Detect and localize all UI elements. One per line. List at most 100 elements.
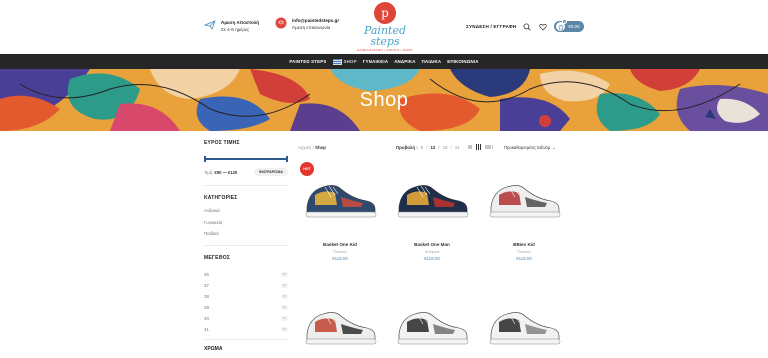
product-card[interactable] — [298, 287, 382, 358]
divider — [204, 244, 288, 246]
size-label: 37 — [204, 282, 209, 288]
login-register-link[interactable]: ΣΥΝΔΕΣΗ / ΕΓΓΡΑΦΗ — [466, 24, 516, 29]
per-page-option[interactable]: 9 — [421, 145, 423, 150]
product-card[interactable] — [390, 287, 474, 358]
product-image[interactable] — [390, 160, 474, 232]
shipping-sub: Σε 4-6 ημέρες — [221, 27, 250, 32]
cart-button[interactable]: 0 €0.00 — [554, 19, 584, 32]
product-title[interactable]: Basket One Kid — [298, 242, 382, 247]
category-item-men[interactable]: Ανδρικά — [204, 208, 288, 220]
product-image[interactable]: HOT — [298, 160, 382, 232]
site-logo[interactable]: p Painted steps HANDCRAFTED • PRINTS • P… — [350, 2, 420, 54]
nav-painted-steps[interactable]: PAINTED STEPS — [289, 59, 326, 64]
nav-contact[interactable]: ΕΠΙΚΟΙΝΩΝΙΑ — [447, 59, 478, 64]
per-page-option-selected[interactable]: 12 — [430, 145, 435, 150]
sneaker-icon — [397, 185, 469, 218]
breadcrumb: Αρχική / Shop — [298, 145, 326, 150]
product-card[interactable]: HOT Basket One Kid Παιδικά €119.00 — [298, 160, 382, 261]
size-item[interactable]: 41 23 — [204, 324, 288, 335]
price-slider[interactable] — [204, 156, 288, 162]
nav-shop-label: SHOP — [343, 59, 357, 64]
sneaker-icon — [397, 312, 469, 345]
sneaker-icon — [305, 312, 377, 345]
product-price: €119.00 — [424, 256, 440, 261]
sneaker-icon — [305, 185, 377, 218]
shop-toolbar: Αρχική / Shop Προβολή : 9 / 12 / 18 / 24… — [298, 140, 566, 154]
size-item[interactable]: 39 24 — [204, 302, 288, 313]
shipping-title: Άμεση Αποστολή — [221, 20, 260, 25]
per-page-sep: / — [450, 144, 452, 150]
size-label: 39 — [204, 304, 209, 310]
contact-sub: Άμεση επικοινωνία — [292, 25, 331, 30]
product-title[interactable]: Basket One Man — [390, 242, 474, 247]
grid-3-icon[interactable] — [475, 144, 482, 150]
size-count: 23 — [280, 326, 288, 332]
logo-mark: p — [374, 2, 396, 24]
grid-4-icon[interactable] — [485, 145, 494, 149]
breadcrumb-home[interactable]: Αρχική — [298, 145, 311, 150]
shop-sidebar: ΕΥΡΟΣ ΤΙΜΗΣ Τιμή: €90 — €120 ΦΙΛΤΡΑΡΙΣΜΑ… — [204, 140, 288, 352]
main-nav: PAINTED STEPS SHOP ΓΥΝΑΙΚΕΙΑ ΑΝΔΡΙΚΑ ΠΑΙ… — [0, 54, 768, 69]
product-image[interactable] — [482, 287, 566, 358]
per-page-label: Προβολή : — [396, 144, 418, 150]
product-category[interactable]: Παιδικά — [298, 249, 382, 254]
shipping-info: Άμεση Αποστολή Σε 4-6 ημέρες — [204, 19, 259, 33]
nav-women[interactable]: ΓΥΝΑΙΚΕΙΑ — [363, 59, 388, 64]
contact-email[interactable]: info@paintedsteps.gr — [292, 17, 339, 24]
product-title[interactable]: BBies Kid — [482, 242, 566, 247]
page-title: Shop — [359, 89, 409, 111]
product-category[interactable]: Παιδικά — [482, 249, 566, 254]
divider — [204, 338, 288, 340]
chevron-down-icon: ⌄ — [552, 144, 556, 150]
size-label: 41 — [204, 326, 209, 332]
page-banner: Shop — [0, 69, 768, 131]
size-item[interactable]: 38 24 — [204, 291, 288, 302]
size-filter-title: ΜΕΓΕΘΟΣ — [204, 254, 231, 261]
product-image[interactable] — [482, 160, 566, 232]
shop-icon — [332, 58, 342, 65]
per-page-selector: Προβολή : 9 / 12 / 18 / 24 — [396, 145, 460, 150]
size-label: 36 — [204, 271, 209, 277]
grid-2-icon[interactable] — [468, 145, 472, 149]
view-switcher — [468, 144, 494, 150]
categories-title: ΚΑΤΗΓΟΡΙΕΣ — [204, 195, 238, 201]
size-item[interactable]: 40 24 — [204, 313, 288, 324]
breadcrumb-current: Shop — [315, 144, 326, 150]
filter-button[interactable]: ΦΙΛΤΡΑΡΙΣΜΑ — [253, 168, 288, 176]
size-item[interactable]: 37 24 — [204, 280, 288, 291]
price-range-value: €90 — €120 — [214, 169, 238, 175]
size-item[interactable]: 36 24 — [204, 269, 288, 280]
price-row: Τιμή: €90 — €120 ΦΙΛΤΡΑΡΙΣΜΑ — [204, 168, 288, 176]
price-slider-min-handle[interactable] — [204, 156, 206, 162]
nav-kids[interactable]: ΠΑΙΔΙΚΑ — [422, 59, 442, 64]
heart-icon[interactable] — [538, 22, 548, 32]
price-slider-max-handle[interactable] — [286, 156, 288, 162]
sneaker-icon — [489, 312, 561, 345]
price-filter-title: ΕΥΡΟΣ ΤΙΜΗΣ — [204, 140, 240, 146]
product-image[interactable] — [298, 287, 382, 358]
size-count: 24 — [280, 304, 288, 310]
size-count: 24 — [280, 293, 288, 299]
product-card[interactable]: Basket One Man Ανδρικά €119.00 — [390, 160, 474, 261]
product-image[interactable] — [390, 287, 474, 358]
size-count: 24 — [280, 282, 288, 288]
contact-info[interactable]: info@paintedsteps.gr Άμεση επικοινωνία — [275, 17, 339, 31]
nav-men[interactable]: ΑΝΔΡΙΚΑ — [394, 59, 415, 64]
size-label: 40 — [204, 315, 209, 321]
category-item-kids[interactable]: Παιδικά — [204, 231, 288, 243]
sort-select[interactable]: Προκαθορισμένη ταξινόμ ⌄ — [504, 145, 556, 150]
per-page-option[interactable]: 24 — [455, 145, 460, 150]
size-list: 36 24 37 24 38 24 39 24 40 24 41 23 — [204, 269, 288, 335]
per-page-option[interactable]: 18 — [443, 145, 448, 150]
price-label: Τιμή: — [204, 169, 214, 175]
category-list: Ανδρικά Γυναικεία Παιδικά — [204, 208, 288, 243]
product-card[interactable] — [482, 287, 566, 358]
search-icon[interactable] — [522, 22, 532, 32]
shop-main: Αρχική / Shop Προβολή : 9 / 12 / 18 / 24… — [298, 140, 566, 345]
product-category[interactable]: Ανδρικά — [390, 249, 474, 254]
category-item-women[interactable]: Γυναικεία — [204, 220, 288, 232]
hot-badge: HOT — [300, 162, 314, 176]
sneaker-icon — [489, 185, 561, 218]
product-card[interactable]: BBies Kid Παιδικά €119.00 — [482, 160, 566, 261]
nav-shop[interactable]: SHOP — [332, 58, 357, 65]
